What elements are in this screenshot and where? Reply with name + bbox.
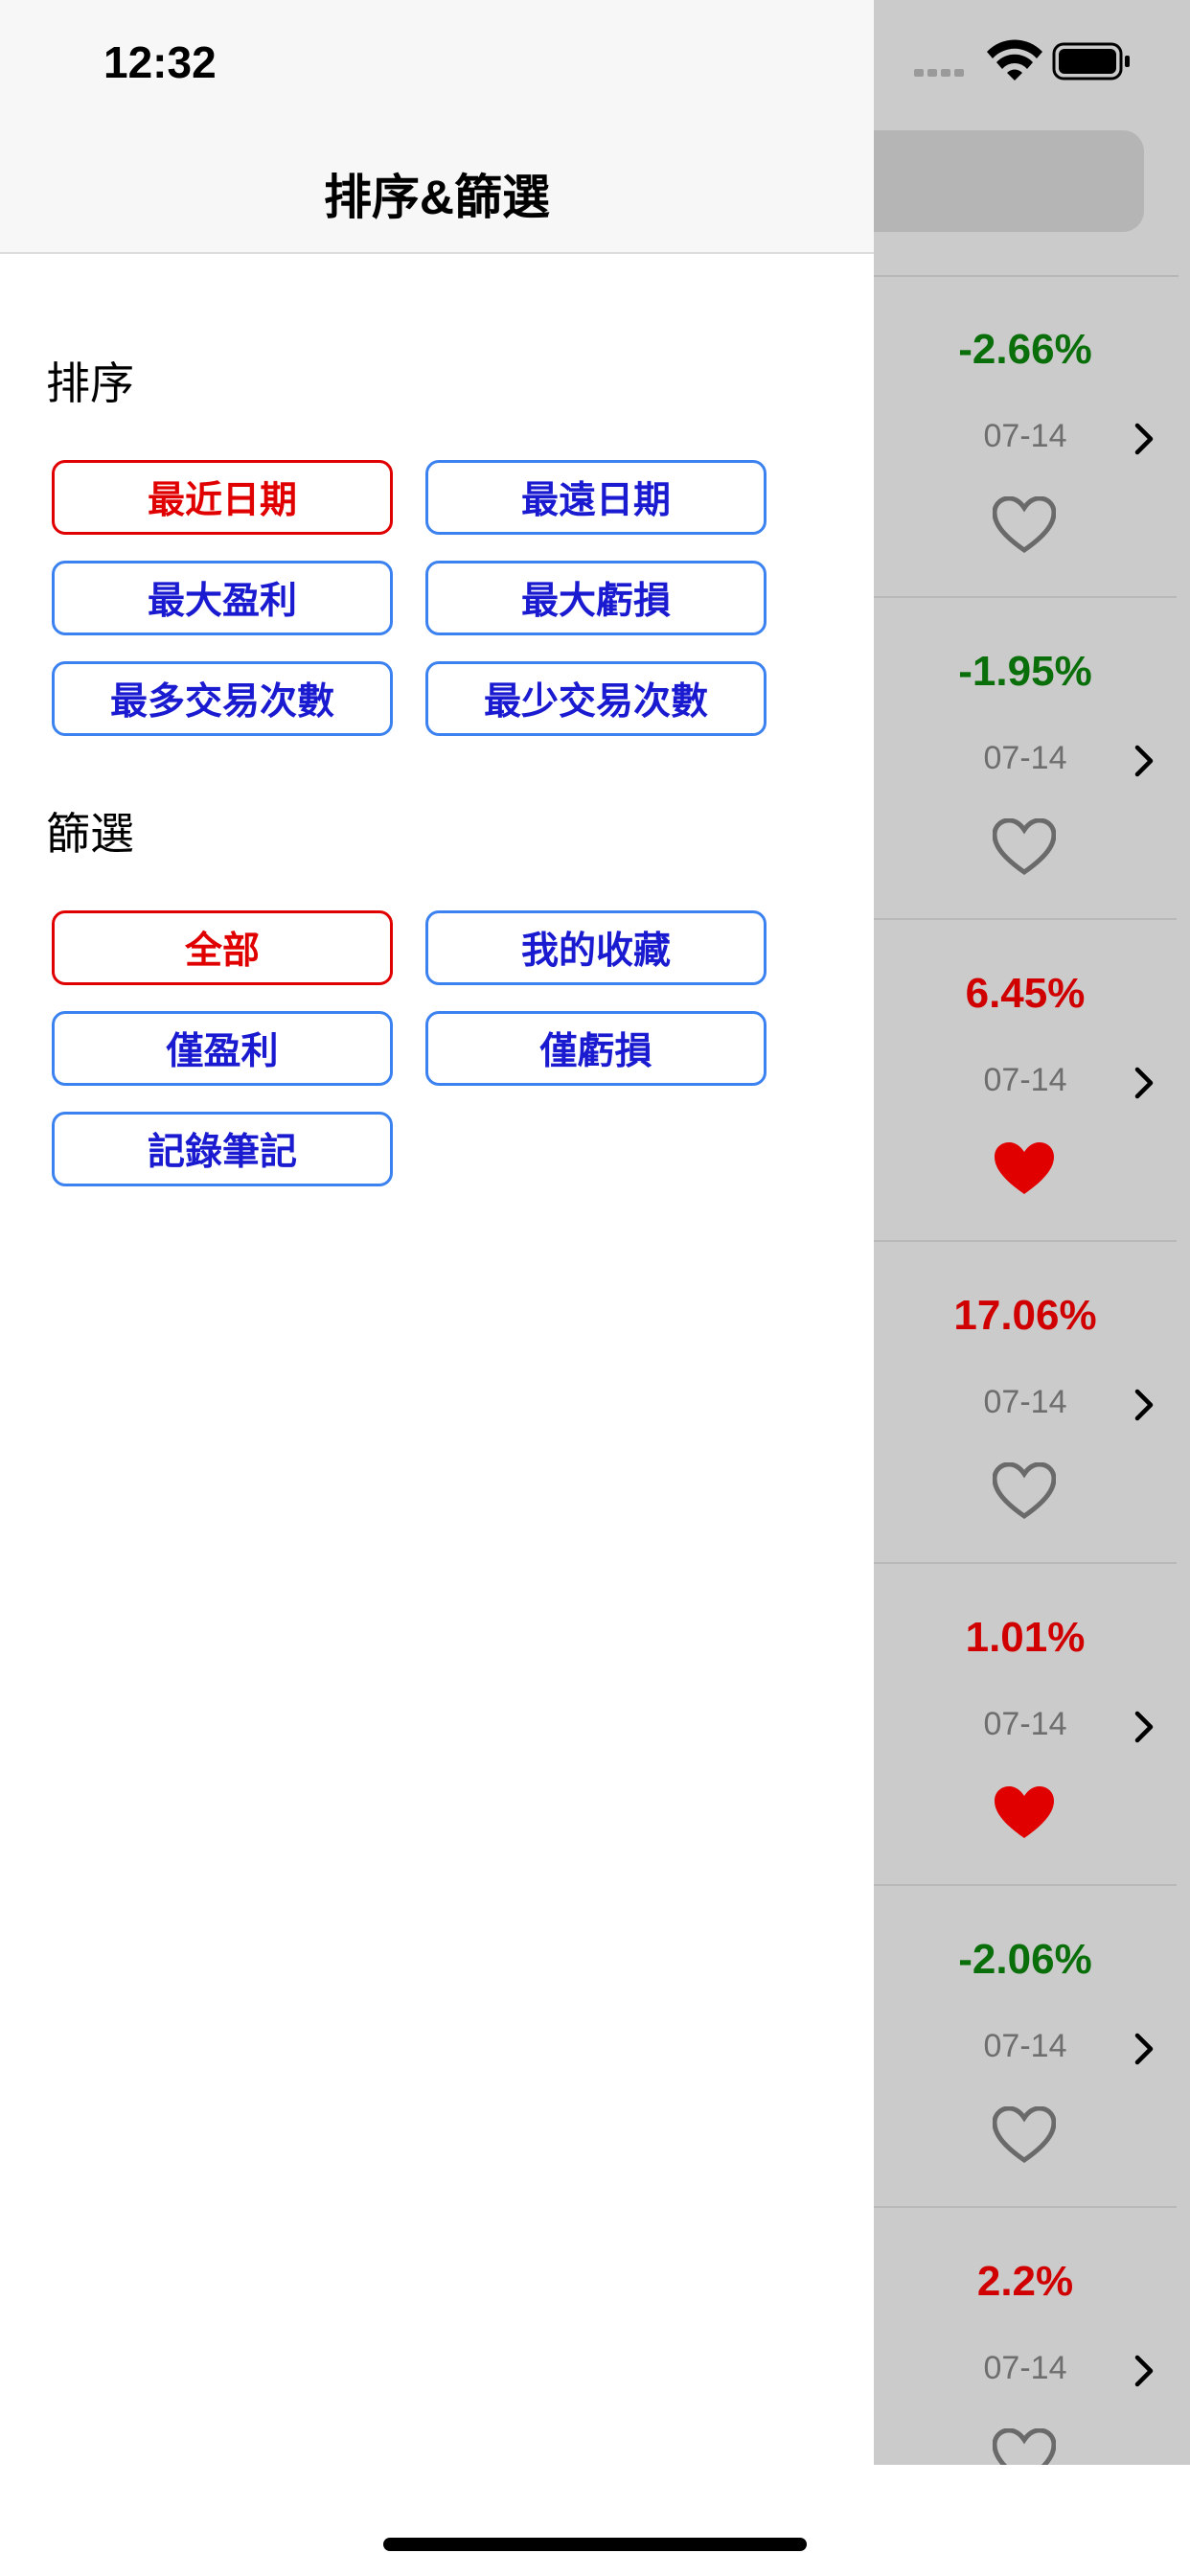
heart-outline-icon[interactable]	[993, 1462, 1056, 1520]
record-date: 07-14	[983, 2028, 1067, 2064]
wifi-icon	[987, 39, 1042, 80]
heart-outline-icon[interactable]	[993, 496, 1056, 554]
list-item[interactable]: -2.06% 07-14	[874, 1886, 1177, 2208]
list-item[interactable]: -2.66% 07-14	[874, 276, 1177, 598]
heart-filled-icon[interactable]	[993, 1784, 1056, 1842]
heart-filled-icon[interactable]	[993, 1140, 1056, 1198]
return-percent: 1.01%	[965, 1614, 1086, 1661]
filter-section-label: 篩選	[46, 809, 134, 859]
record-date: 07-14	[983, 1384, 1067, 1420]
sort-filter-drawer: 排序&篩選 排序 最近日期 最遠日期 最大盈利 最大虧損 最多交易次數 最少交易次數 篩選…	[0, 0, 874, 2465]
sort-option-button-3[interactable]: 最大虧損	[425, 561, 767, 635]
record-date: 07-14	[983, 418, 1067, 454]
return-percent: 6.45%	[965, 970, 1086, 1017]
list-item[interactable]: 17.06% 07-14	[874, 1242, 1177, 1564]
sort-section-label: 排序	[46, 358, 134, 408]
chevron-right-icon	[1134, 1067, 1154, 1099]
filter-option-button-0[interactable]: 全部	[52, 910, 393, 985]
return-percent: -1.95%	[958, 648, 1092, 695]
filter-option-button-1[interactable]: 我的收藏	[425, 910, 767, 985]
status-icons	[914, 38, 1173, 86]
filter-option-button-2[interactable]: 僅盈利	[52, 1011, 393, 1086]
home-area	[0, 2465, 1190, 2576]
filter-option-button-4[interactable]: 記錄筆記	[52, 1112, 393, 1186]
sort-option-button-2[interactable]: 最大盈利	[52, 561, 393, 635]
return-percent: -2.06%	[958, 1936, 1092, 1983]
heart-outline-icon[interactable]	[993, 818, 1056, 876]
battery-icon	[1052, 42, 1130, 80]
record-date: 07-14	[983, 2350, 1067, 2386]
sort-option-button-4[interactable]: 最多交易次數	[52, 661, 393, 736]
chevron-right-icon	[1134, 2033, 1154, 2065]
heart-outline-icon[interactable]	[993, 2106, 1056, 2164]
return-percent: 2.2%	[976, 2258, 1074, 2305]
sort-option-button-5[interactable]: 最少交易次數	[425, 661, 767, 736]
chevron-right-icon	[1134, 1389, 1154, 1421]
search-bar[interactable]	[843, 130, 1144, 232]
chevron-right-icon	[1134, 423, 1154, 455]
chevron-right-icon	[1134, 745, 1154, 777]
record-date: 07-14	[983, 1706, 1067, 1742]
filter-option-button-3[interactable]: 僅虧損	[425, 1011, 767, 1086]
list-item[interactable]: 1.01% 07-14	[874, 1564, 1177, 1886]
chevron-right-icon	[1134, 1711, 1154, 1743]
signal-icon	[914, 69, 964, 77]
list-item[interactable]: -1.95% 07-14	[874, 598, 1177, 920]
home-indicator[interactable]	[383, 2538, 807, 2551]
drawer-title: 排序&篩選	[323, 171, 551, 224]
chevron-right-icon	[1134, 2355, 1154, 2387]
sort-option-button-0[interactable]: 最近日期	[52, 460, 393, 535]
list-item[interactable]: 6.45% 07-14	[874, 920, 1177, 1242]
status-time: 12:32	[103, 37, 217, 87]
return-percent: 17.06%	[953, 1292, 1097, 1339]
record-date: 07-14	[983, 1062, 1067, 1098]
sort-option-button-1[interactable]: 最遠日期	[425, 460, 767, 535]
return-percent: -2.66%	[958, 326, 1092, 373]
record-date: 07-14	[983, 740, 1067, 776]
